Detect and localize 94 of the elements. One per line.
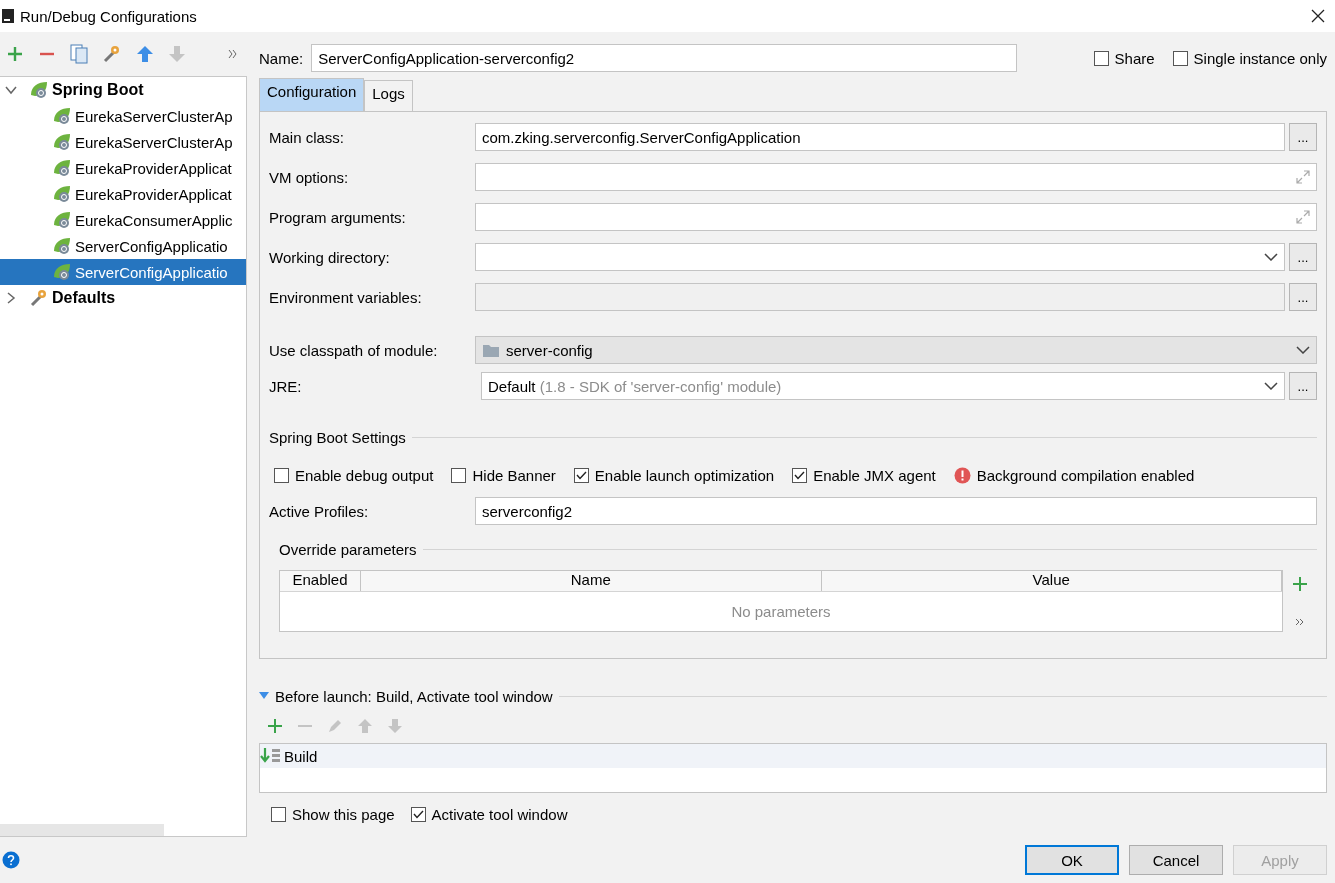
tree-item[interactable]: EurekaServerClusterAp (0, 129, 246, 155)
up-arrow-icon[interactable] (357, 718, 373, 734)
tab[interactable]: Configuration (259, 78, 365, 111)
caret-icon (1264, 253, 1278, 261)
browse-button[interactable]: ... (1289, 283, 1317, 311)
field-label: Active Profiles: (269, 502, 370, 520)
options-field[interactable] (475, 163, 1317, 191)
checkbox[interactable] (1172, 50, 1188, 66)
name-label: Name: (259, 49, 304, 67)
field-label: Program arguments: (269, 208, 407, 226)
build-icon (260, 747, 282, 765)
dialog-button[interactable]: Cancel (1129, 845, 1223, 875)
option-label: Show this page (292, 805, 395, 823)
section-title: Before launch: Build, Activate tool window (275, 687, 553, 705)
task-item[interactable]: Build (284, 747, 318, 765)
directory-combo[interactable] (475, 243, 1285, 271)
tree-item[interactable]: ServerConfigApplicatio (0, 233, 246, 259)
column-header[interactable]: Enabled (280, 571, 361, 591)
spring-icon (52, 237, 72, 255)
spring-icon (52, 107, 72, 125)
checkbox[interactable] (573, 467, 589, 483)
tree-group-label: Defaults (52, 289, 116, 307)
module-dropdown[interactable]: server-config (475, 336, 1317, 364)
name-field[interactable]: ServerConfigApplication-serverconfig2 (311, 44, 1018, 72)
up-arrow-icon[interactable] (136, 45, 154, 63)
checkbox[interactable] (274, 467, 289, 483)
spring-icon (29, 81, 49, 99)
field-label: Main class: (269, 128, 346, 146)
options-field[interactable] (475, 203, 1317, 231)
option-label: Enable debug output (295, 466, 434, 484)
error-icon (953, 466, 971, 484)
tab[interactable]: Logs (364, 80, 413, 111)
folder-icon (482, 342, 500, 358)
field-label: Use classpath of module: (269, 341, 439, 359)
option-label: Hide Banner (472, 466, 556, 484)
empty-text: No parameters (731, 603, 831, 620)
add-icon[interactable] (267, 718, 283, 734)
pencil-icon[interactable] (327, 718, 343, 734)
section-title: Override parameters (279, 540, 417, 558)
tree-item[interactable]: EurekaConsumerApplic (0, 207, 246, 233)
share-label: Share (1114, 49, 1155, 67)
status-text: Background compilation enabled (976, 466, 1195, 484)
expand-icon (1296, 170, 1310, 184)
dialog-button[interactable]: OK (1025, 845, 1119, 875)
tree-group[interactable]: Defaults (0, 285, 246, 311)
close-icon[interactable] (1311, 9, 1325, 23)
expand-icon (1296, 210, 1310, 224)
browse-button[interactable]: ... (1289, 123, 1317, 151)
column-header[interactable]: Name (361, 571, 822, 591)
more-icon[interactable] (1295, 618, 1305, 626)
main-class-field[interactable]: com.zking.serverconfig.ServerConfigApplication (475, 123, 1285, 151)
spring-icon (52, 211, 72, 229)
profiles-field[interactable]: serverconfig2 (475, 497, 1317, 525)
caret-icon (1296, 346, 1310, 354)
tree-item[interactable]: ServerConfigApplicatio (0, 259, 246, 285)
spring-icon (52, 185, 72, 203)
tree-item[interactable]: EurekaServerClusterAp (0, 103, 246, 129)
tree-item[interactable]: EurekaProviderApplicat (0, 181, 246, 207)
caret-icon (1264, 382, 1278, 390)
help-icon[interactable] (2, 851, 20, 869)
single-instance-label: Single instance only (1193, 49, 1327, 67)
section-title: Spring Boot Settings (269, 428, 406, 446)
scrollbar[interactable] (0, 824, 164, 836)
tree-item[interactable]: EurekaProviderApplicat (0, 155, 246, 181)
down-arrow-icon[interactable] (387, 718, 403, 734)
tree-group[interactable]: Spring Boot (0, 77, 246, 103)
field-label: Environment variables: (269, 288, 423, 306)
spring-icon (52, 263, 72, 281)
browse-button[interactable]: ... (1289, 372, 1317, 400)
checkbox[interactable] (271, 806, 286, 822)
checkbox[interactable] (1093, 50, 1109, 66)
option-label: Activate tool window (431, 805, 568, 823)
add-icon[interactable] (6, 45, 24, 63)
variables-field[interactable] (475, 283, 1285, 311)
down-arrow-icon[interactable] (168, 45, 186, 63)
field-label: Working directory: (269, 248, 391, 266)
jre-dropdown[interactable]: Default (1.8 - SDK of 'server-config' module) (481, 372, 1285, 400)
add-icon[interactable] (1292, 576, 1308, 592)
checkbox[interactable] (451, 467, 467, 483)
copy-icon[interactable] (70, 44, 88, 64)
option-label: Enable launch optimization (594, 466, 775, 484)
option-label: Enable JMX agent (813, 466, 936, 484)
more-icon[interactable] (228, 49, 238, 59)
spring-icon (52, 159, 72, 177)
browse-button[interactable]: ... (1289, 243, 1317, 271)
checkbox[interactable] (792, 467, 808, 483)
field-label: JRE: (269, 377, 303, 395)
checkbox[interactable] (410, 806, 426, 822)
column-header[interactable]: Value (821, 571, 1282, 591)
collapse-triangle-icon[interactable] (259, 692, 269, 700)
tree-group-label: Spring Boot (52, 81, 144, 99)
window-title: Run/Debug Configurations (20, 7, 197, 25)
field-label: VM options: (269, 168, 350, 186)
spring-icon (52, 133, 72, 151)
